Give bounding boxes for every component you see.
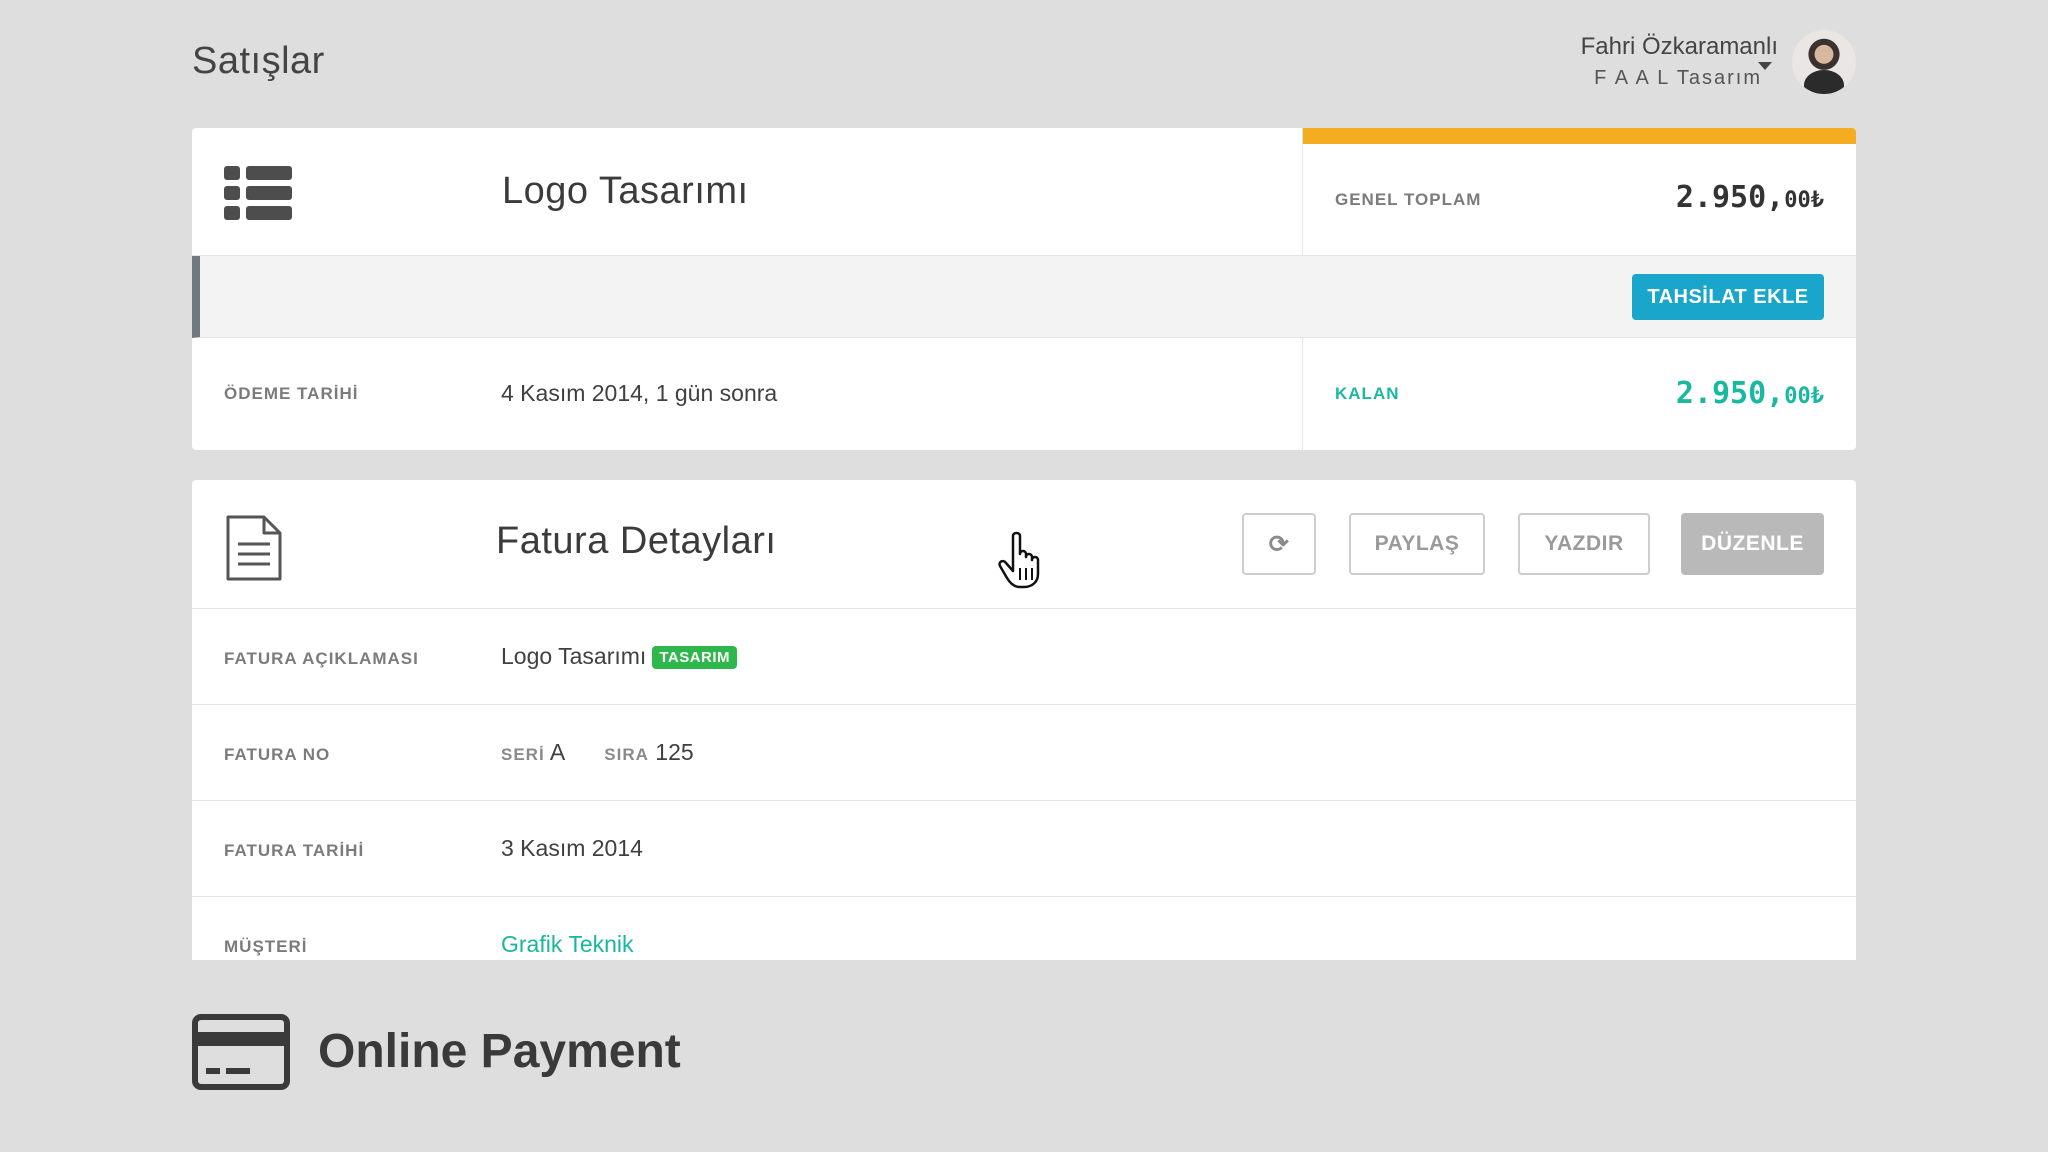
user-name: Fahri Özkaramanlı bbox=[1580, 33, 1778, 60]
sale-title: Logo Tasarımı bbox=[502, 170, 749, 212]
total-amount-main: 2.950, bbox=[1675, 180, 1785, 215]
refresh-icon: ⟳ bbox=[1268, 530, 1290, 558]
remaining-label: KALAN bbox=[1335, 384, 1400, 403]
brand-text: Online Payment bbox=[318, 1025, 681, 1078]
page-title: Satışlar bbox=[192, 40, 325, 82]
payment-action-bar bbox=[192, 256, 1856, 338]
due-value: 4 Kasım 2014, 1 gün sonra bbox=[501, 380, 778, 406]
invoice-no-row: FATURA NO SERİ A SIRA 125 bbox=[192, 705, 1856, 801]
chevron-down-icon[interactable] bbox=[1758, 62, 1772, 70]
edit-button[interactable]: DÜZENLE bbox=[1681, 513, 1824, 575]
remaining-amount-main: 2.950, bbox=[1675, 376, 1785, 411]
sira-label: SIRA bbox=[604, 745, 649, 764]
remaining-amount-decimal: 00₺ bbox=[1784, 384, 1824, 409]
due-label: ÖDEME TARİHİ bbox=[224, 384, 359, 403]
total-amount-decimal: 00₺ bbox=[1784, 188, 1824, 213]
seri-value: A bbox=[549, 739, 564, 765]
sale-summary-card: Logo Tasarımı GENEL TOPLAM 2.950,00₺ TAH… bbox=[192, 128, 1856, 450]
user-menu[interactable]: Fahri Özkaramanlı F A A L Tasarım bbox=[1581, 30, 1856, 94]
hand-cursor-icon bbox=[998, 531, 1040, 589]
document-icon bbox=[226, 515, 282, 581]
page: Satışlar Fahri Özkaramanlı F A A L Tasar… bbox=[0, 0, 2048, 1152]
status-bar bbox=[1303, 128, 1856, 144]
refresh-button[interactable]: ⟳ bbox=[1242, 513, 1316, 575]
invoice-date-value: 3 Kasım 2014 bbox=[501, 835, 643, 861]
customer-row: MÜŞTERİ Grafik Teknik bbox=[192, 897, 1856, 960]
sale-header: Logo Tasarımı bbox=[192, 128, 1302, 256]
user-info: Fahri Özkaramanlı F A A L Tasarım bbox=[1581, 31, 1778, 93]
list-icon bbox=[224, 166, 292, 220]
invoice-date-row: FATURA TARİHİ 3 Kasım 2014 bbox=[192, 801, 1856, 897]
total-amount: 2.950,00₺ bbox=[1676, 180, 1824, 215]
total-label: GENEL TOPLAM bbox=[1335, 190, 1482, 209]
customer-link[interactable]: Grafik Teknik bbox=[501, 931, 634, 958]
remaining-amount: 2.950,00₺ bbox=[1676, 376, 1824, 411]
remaining-box: KALAN 2.950,00₺ bbox=[1302, 338, 1856, 450]
add-payment-button[interactable]: TAHSİLAT EKLE bbox=[1632, 274, 1824, 320]
invoice-no-label: FATURA NO bbox=[224, 745, 331, 764]
sira-value: 125 bbox=[655, 739, 694, 765]
avatar[interactable] bbox=[1792, 30, 1856, 94]
share-button[interactable]: PAYLAŞ bbox=[1349, 513, 1485, 575]
invoice-title: Fatura Detayları bbox=[496, 520, 777, 562]
credit-card-icon bbox=[192, 1014, 290, 1090]
user-company: F A A L Tasarım bbox=[1594, 67, 1762, 89]
due-row: ÖDEME TARİHİ 4 Kasım 2014, 1 gün sonra K… bbox=[192, 338, 1856, 450]
customer-label: MÜŞTERİ bbox=[224, 937, 308, 956]
category-tag: TASARIM bbox=[652, 646, 738, 669]
invoice-desc-value: Logo Tasarımı TASARIM bbox=[501, 643, 738, 670]
total-box: GENEL TOPLAM 2.950,00₺ bbox=[1302, 128, 1856, 256]
print-button[interactable]: YAZDIR bbox=[1518, 513, 1650, 575]
invoice-desc-label: FATURA AÇIKLAMASI bbox=[224, 649, 419, 668]
invoice-date-label: FATURA TARİHİ bbox=[224, 841, 365, 860]
invoice-no-value: SERİ A SIRA 125 bbox=[501, 739, 694, 766]
invoice-desc-row: FATURA AÇIKLAMASI Logo Tasarımı TASARIM bbox=[192, 609, 1856, 705]
seri-label: SERİ bbox=[501, 745, 545, 764]
invoice-desc-text: Logo Tasarımı bbox=[501, 643, 647, 669]
